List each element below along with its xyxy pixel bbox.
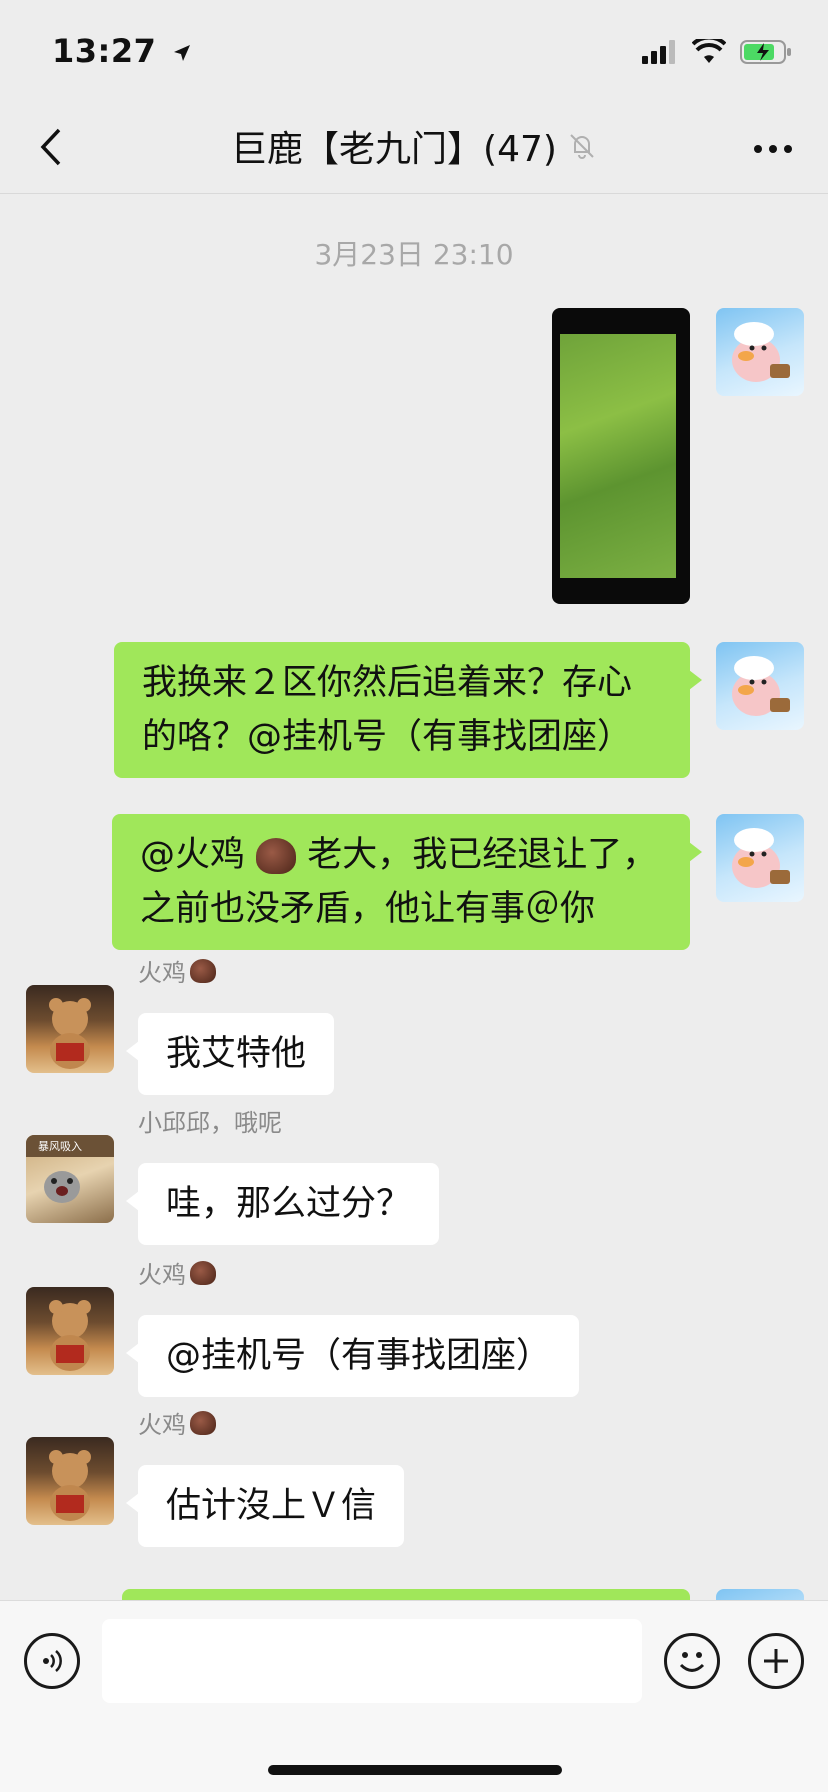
duck-avatar-icon: [732, 322, 790, 382]
my-avatar[interactable]: [716, 642, 804, 730]
message-line: @火鸡 老大，我已经退让了，: [140, 828, 662, 882]
message-timestamp: 3月23日 23:10: [314, 238, 514, 271]
my-avatar[interactable]: [716, 308, 804, 396]
message-text: 的咯？@挂机号（有事找团座）: [142, 717, 633, 757]
message-text: 哇，那么过分？: [166, 1184, 412, 1224]
turkey-emoji-icon: [190, 958, 216, 983]
duck-avatar-icon: [732, 828, 790, 888]
message-text: 我换来２区你然后追着来？存心: [142, 663, 633, 703]
mention-text: @火鸡: [140, 835, 246, 875]
chat-title: 巨鹿【老九门】(47): [0, 120, 828, 172]
message-bubble-other[interactable]: 我艾特他: [125, 1013, 335, 1095]
muted-bell-icon: [570, 134, 594, 159]
sender-avatar[interactable]: [26, 985, 114, 1073]
cellular-signal-icon: [642, 40, 675, 64]
sender-name: 小邱邱，哦呢: [138, 1109, 282, 1137]
turkey-emoji-icon: [256, 838, 297, 874]
message-text: @挂机号（有事找团座）: [166, 1336, 552, 1376]
battery-charging-icon: [740, 40, 791, 64]
message-bubble-other[interactable]: 哇，那么过分？: [125, 1163, 440, 1245]
teddy-bear-avatar-icon: [49, 998, 91, 1069]
my-avatar[interactable]: [716, 1589, 804, 1600]
message-bubble-self[interactable]: 我换来２区你然后追着来？存心 的咯？@挂机号（有事找团座）: [114, 642, 702, 778]
smiley-icon: [679, 1652, 705, 1672]
more-dots-icon: [754, 145, 792, 153]
message-text: 之前也没矛盾，他让有事＠你: [140, 889, 596, 929]
voice-icon: [43, 1650, 62, 1672]
sender-avatar[interactable]: 暴风吸入: [26, 1135, 114, 1223]
emoji-button[interactable]: [664, 1633, 720, 1689]
message-text: 我艾特他: [166, 1034, 307, 1074]
message-text: 估计沒上Ｖ信: [166, 1486, 377, 1526]
status-icons: [642, 36, 792, 68]
location-arrow-icon: [174, 45, 190, 61]
image-message[interactable]: [552, 308, 690, 604]
sender-avatar[interactable]: [26, 1287, 114, 1375]
more-button[interactable]: [748, 124, 798, 174]
message-bubble-self[interactable]: @火鸡 老大，我已经退让了， 之前也没矛盾，他让有事＠你: [112, 814, 702, 950]
wifi-icon: [692, 39, 726, 63]
sender-name: 火鸡: [138, 1255, 216, 1290]
message-text: 老大，我已经退让了，: [307, 835, 658, 875]
teddy-bear-avatar-icon: [49, 1450, 91, 1521]
duck-avatar-icon: [732, 656, 790, 716]
voice-button[interactable]: [24, 1633, 80, 1689]
message-input[interactable]: [102, 1619, 642, 1703]
home-indicator: [268, 1765, 562, 1775]
my-avatar[interactable]: [716, 814, 804, 902]
turkey-emoji-icon: [190, 1410, 216, 1435]
chat-title-text: 巨鹿【老九门】(47): [231, 129, 557, 170]
input-bar: [0, 1600, 828, 1792]
nav-bar: 巨鹿【老九门】(47): [0, 100, 828, 194]
sender-name: 火鸡: [138, 1405, 216, 1440]
message-bubble-self-partial[interactable]: [122, 1589, 690, 1600]
message-bubble-other[interactable]: @挂机号（有事找团座）: [125, 1315, 580, 1397]
avatar-caption: 暴风吸入: [38, 1140, 82, 1153]
more-functions-button[interactable]: [748, 1633, 804, 1689]
message-bubble-other[interactable]: 估计沒上Ｖ信: [125, 1465, 405, 1547]
game-screenshot-thumbnail: [560, 334, 676, 578]
teddy-bear-avatar-icon: [49, 1300, 91, 1371]
sender-avatar[interactable]: [26, 1437, 114, 1525]
plus-icon: [764, 1649, 788, 1673]
status-time: 13:27: [52, 32, 192, 70]
status-bar: 13:27: [0, 0, 828, 100]
chat-area[interactable]: 3月23日 23:10 我换来２区你然后追着来？存心 的咯？@挂机号（有事找团座…: [0, 195, 828, 1600]
turkey-emoji-icon: [190, 1260, 216, 1285]
sender-name: 火鸡: [138, 953, 216, 988]
